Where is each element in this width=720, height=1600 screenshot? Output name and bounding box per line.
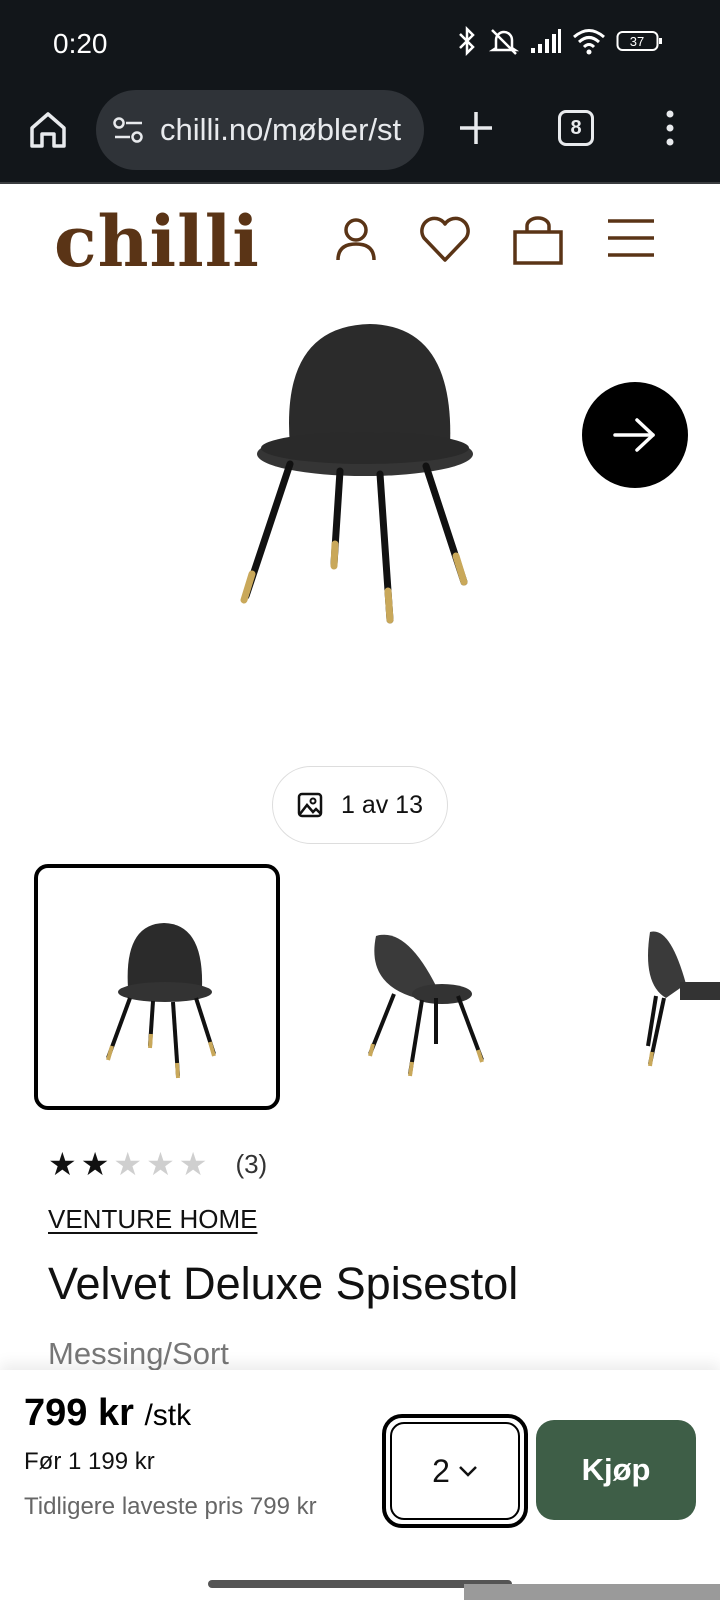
quantity-value: 2	[432, 1452, 450, 1489]
thumbnail-image	[368, 934, 484, 1077]
bluetooth-icon	[459, 26, 475, 56]
thumbnail-3[interactable]	[620, 864, 720, 1110]
image-counter[interactable]: 1 av 13	[272, 766, 448, 844]
star-icon: ★	[80, 1146, 110, 1182]
new-tab-icon[interactable]	[456, 108, 496, 148]
thumbnail-image	[106, 923, 216, 1079]
next-image-button[interactable]	[582, 382, 688, 488]
menu-hamburger-icon[interactable]	[606, 216, 656, 260]
price-unit: /stk	[144, 1399, 192, 1432]
wishlist-heart-icon[interactable]	[418, 216, 472, 264]
site-header: chilli	[0, 186, 720, 296]
bell-off-icon	[488, 29, 520, 55]
cart-bag-icon[interactable]	[512, 216, 564, 266]
star-icon: ★	[178, 1146, 208, 1182]
site-settings-icon[interactable]	[112, 114, 146, 146]
thumbnail-1[interactable]	[34, 864, 280, 1110]
buy-button[interactable]: Kjøp	[536, 1420, 696, 1520]
brand-link[interactable]: VENTURE HOME	[48, 1204, 257, 1235]
chilli-logo[interactable]: chilli	[54, 200, 260, 283]
battery-icon: 37	[616, 31, 662, 51]
status-bar: 0:20 37	[0, 0, 720, 88]
address-bar[interactable]: chilli.no/møbler/st	[96, 90, 424, 170]
url-text[interactable]: chilli.no/møbler/st	[160, 112, 401, 148]
star-icon: ★	[113, 1146, 143, 1182]
wifi-icon	[573, 29, 605, 55]
thumbnail-image	[646, 931, 720, 1067]
scroll-indicator	[464, 1584, 720, 1600]
star-icon: ★	[48, 1146, 77, 1182]
star-icon: ★	[146, 1146, 175, 1182]
chevron-down-icon	[459, 1466, 477, 1477]
home-icon[interactable]	[26, 108, 70, 152]
browser-toolbar: chilli.no/møbler/st 8	[0, 88, 720, 184]
signal-icon	[531, 29, 561, 53]
image-icon	[297, 792, 323, 818]
account-icon[interactable]	[334, 216, 378, 264]
review-count[interactable]: (3)	[235, 1149, 267, 1180]
price-value: 799 kr	[24, 1392, 134, 1434]
image-counter-text: 1 av 13	[340, 790, 423, 819]
more-options-icon[interactable]	[660, 108, 680, 148]
arrow-right-icon	[613, 418, 655, 452]
product-title: Velvet Deluxe Spisestol	[48, 1258, 519, 1309]
product-main-image[interactable]	[220, 306, 500, 636]
tab-switcher-button[interactable]: 8	[558, 110, 594, 146]
price: 799 kr /stk	[24, 1392, 191, 1435]
status-icons: 37	[456, 26, 664, 56]
quantity-select[interactable]: 2	[382, 1414, 528, 1528]
status-time: 0:20	[53, 28, 108, 59]
product-rating[interactable]: ★ ★ ★ ★ ★ (3)	[48, 1148, 267, 1180]
product-variant: Messing/Sort	[48, 1336, 229, 1371]
buy-bar: 799 kr /stk Før 1 199 kr Tidligere laves…	[0, 1370, 720, 1600]
thumbnail-2[interactable]	[296, 864, 542, 1110]
previous-price: Før 1 199 kr	[24, 1448, 155, 1475]
lowest-price-note: Tidligere laveste pris 799 kr	[24, 1493, 317, 1520]
battery-level: 37	[630, 34, 644, 49]
